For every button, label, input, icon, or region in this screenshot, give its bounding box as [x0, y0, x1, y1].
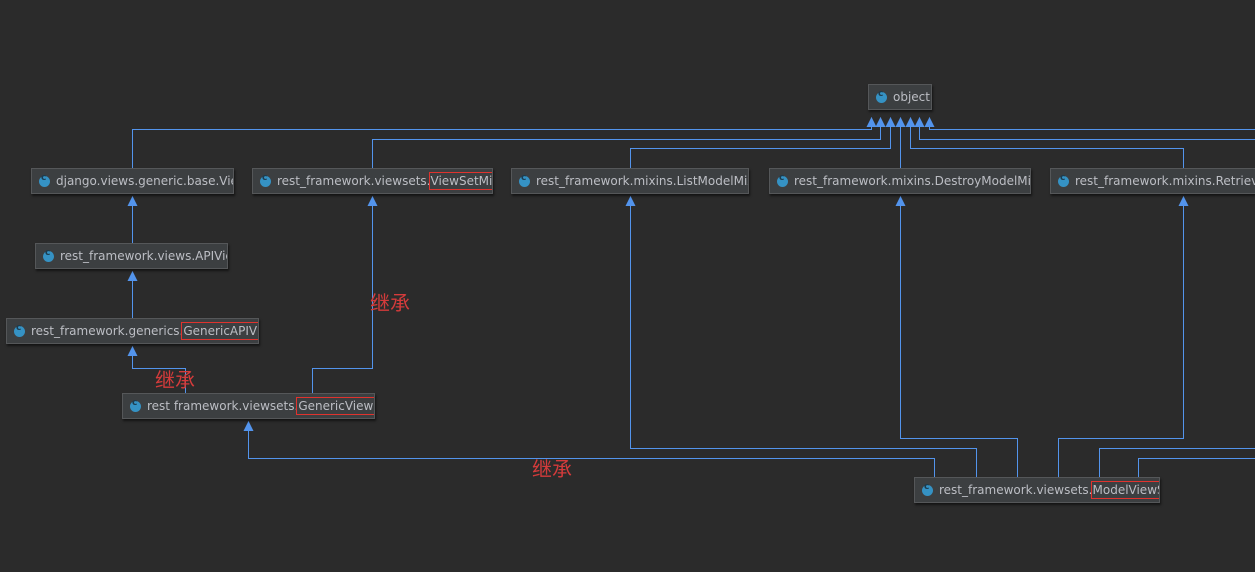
class-node-label: rest_framework.views.APIView [60, 249, 228, 263]
edge-model-viewset-offscreen-b [1138, 458, 1255, 478]
edge-model-viewset-generic-viewset [243, 421, 935, 478]
arrowhead [127, 271, 138, 281]
edge-list-model-mixin-object [630, 117, 896, 169]
arrowhead [885, 117, 896, 127]
class-node-label-prefix: rest_framework.viewsets. [277, 174, 431, 188]
annotation-inherit-viewset-mixin: 继承 [370, 291, 410, 315]
arrowhead [866, 117, 877, 127]
class-node-label-prefix: rest_framework.viewsets. [939, 483, 1093, 497]
class-icon [519, 173, 530, 187]
class-node-label-prefix: rest framework.viewsets. [147, 399, 299, 413]
highlight-box-generic-apiview: GenericAPIView [181, 322, 258, 340]
edge-offscreen-a-object [914, 117, 1255, 140]
class-node-destroy-model-mixin[interactable]: rest_framework.mixins.DestroyModelMixin [769, 168, 1031, 194]
edge-model-viewset-offscreen-a [1099, 448, 1255, 478]
edge-destroy-model-mixin-object [895, 117, 906, 169]
edge-model-viewset-retrieve-model-mixin [1058, 196, 1189, 478]
class-icon [130, 398, 141, 412]
arrowhead [243, 421, 254, 431]
edge-generic-viewset-viewset-mixin [312, 196, 378, 394]
class-icon [43, 248, 54, 262]
arrowhead [905, 117, 916, 127]
annotation-inherit-generic-viewset: 继承 [532, 457, 572, 481]
class-node-apiview[interactable]: rest_framework.views.APIView [35, 243, 228, 269]
class-icon [876, 89, 887, 103]
edge-offscreen-b-object [924, 117, 1255, 130]
arrowhead [367, 196, 378, 206]
class-icon [777, 173, 788, 187]
arrowhead [895, 196, 906, 206]
arrowhead [625, 196, 636, 206]
arrowhead [1178, 196, 1189, 206]
class-node-model-viewset[interactable]: rest_framework.viewsets.ModelViewSet [914, 477, 1160, 503]
edge-retrieve-model-mixin-object [905, 117, 1184, 169]
diagram-canvas: object django.views.generic.base.View re… [0, 0, 1255, 572]
arrowhead [875, 117, 886, 127]
class-icon [14, 323, 25, 337]
class-icon [39, 173, 50, 187]
class-node-django-view[interactable]: django.views.generic.base.View [31, 168, 234, 194]
highlight-box-generic-viewset: GenericViewSet [296, 397, 374, 415]
class-node-label: django.views.generic.base.View [56, 174, 234, 188]
class-icon [260, 173, 271, 187]
class-icon [1058, 173, 1069, 187]
class-node-generic-apiview[interactable]: rest_framework.generics.GenericAPIView [6, 318, 259, 344]
arrowhead [924, 117, 935, 127]
edge-generic-apiview-apiview [127, 271, 138, 319]
class-node-generic-viewset[interactable]: rest framework.viewsets.GenericViewSet [122, 393, 375, 419]
arrowhead [127, 346, 138, 356]
annotation-inherit-generic-apiview: 继承 [155, 368, 195, 392]
class-node-label-prefix: rest_framework.generics. [31, 324, 184, 338]
arrowhead [895, 117, 906, 127]
edge-model-viewset-list-model-mixin [625, 196, 977, 478]
highlight-box-model-viewset: ModelViewSet [1090, 481, 1159, 499]
arrowhead [914, 117, 925, 127]
edge-apiview-django-view [127, 196, 138, 244]
class-node-label: rest_framework.mixins.DestroyModelMixin [794, 174, 1031, 188]
edge-model-viewset-destroy-model-mixin [895, 196, 1018, 478]
class-node-label: rest_framework.mixins.ListModelMixin [536, 174, 749, 188]
class-node-viewset-mixin[interactable]: rest_framework.viewsets.ViewSetMixin [252, 168, 493, 194]
class-node-object[interactable]: object [868, 84, 932, 110]
arrowhead [127, 196, 138, 206]
edge-viewset-mixin-object [372, 117, 886, 169]
class-node-label: object [893, 90, 930, 104]
edge-django-view-object [132, 117, 877, 169]
class-node-label: rest_framework.mixins.RetrieveModelMixin [1075, 174, 1255, 188]
class-icon [922, 482, 933, 496]
class-node-retrieve-model-mixin[interactable]: rest_framework.mixins.RetrieveModelMixin [1050, 168, 1255, 194]
highlight-box-viewset-mixin: ViewSetMixin [428, 172, 492, 190]
class-node-list-model-mixin[interactable]: rest_framework.mixins.ListModelMixin [511, 168, 749, 194]
